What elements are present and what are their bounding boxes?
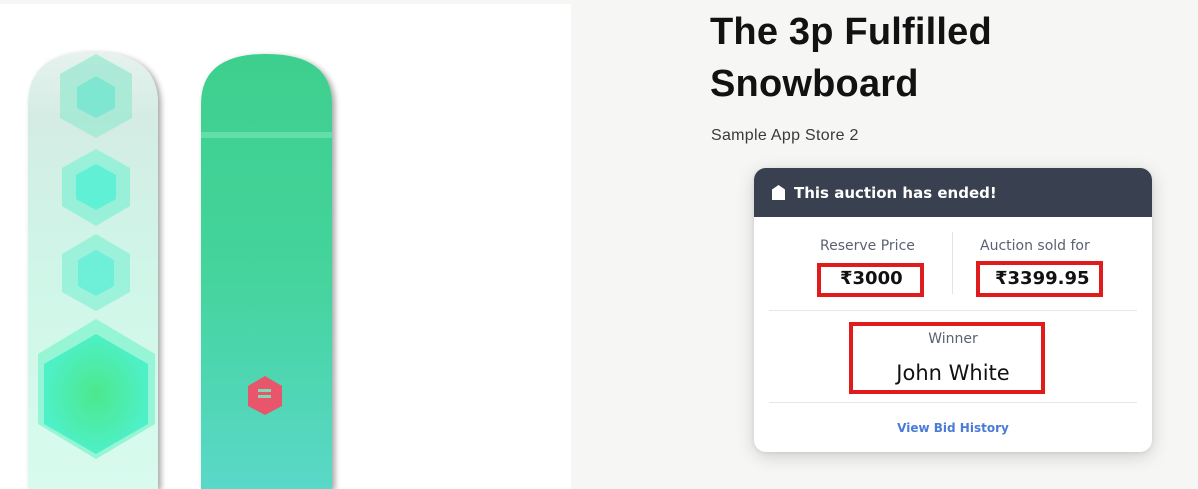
winner-highlight — [849, 322, 1045, 394]
product-title: The 3p Fulfilled Snowboard — [710, 11, 992, 105]
reserve-price-highlight — [817, 263, 924, 297]
auction-status-text: This auction has ended! — [794, 183, 997, 202]
reserve-price-label: Reserve Price — [820, 238, 915, 254]
divider-line — [769, 310, 1137, 311]
stats-divider — [952, 232, 953, 294]
view-bid-history-link[interactable]: View Bid History — [754, 421, 1152, 435]
product-gallery — [0, 4, 571, 489]
auction-card: This auction has ended! Reserve Price ₹3… — [754, 168, 1152, 452]
tag-icon — [772, 185, 785, 200]
auction-status-header: This auction has ended! — [754, 168, 1152, 217]
product-vendor: Sample App Store 2 — [711, 127, 859, 144]
snowboard-product-image[interactable] — [0, 4, 571, 489]
sold-for-label: Auction sold for — [980, 238, 1090, 254]
divider-line — [769, 402, 1137, 403]
sold-for-highlight — [976, 261, 1103, 297]
